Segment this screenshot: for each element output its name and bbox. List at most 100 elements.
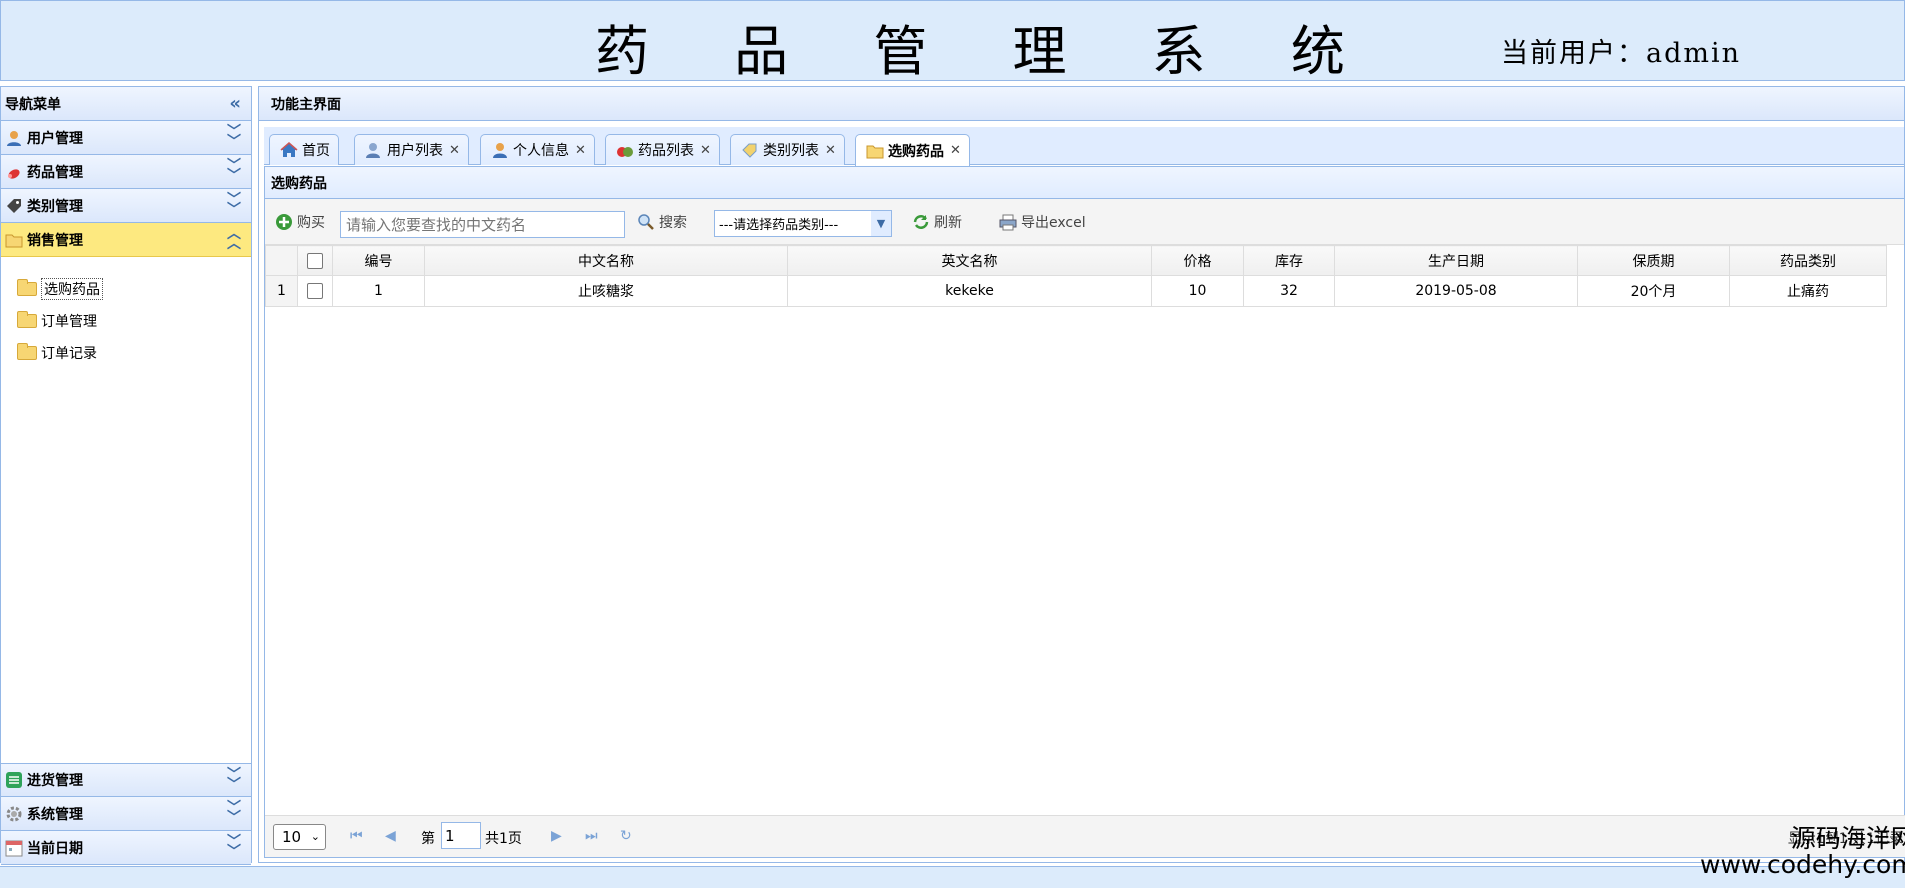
tab-select-drugs[interactable]: 选购药品 ✕ — [855, 134, 970, 166]
nav-sidebar: 导航菜单 « 用户管理 ﹀ ﹀ 药品管理 ﹀ ﹀ 类别管理 ﹀ ﹀ 销售管理 ︿ ︿ 选… — [0, 86, 252, 865]
user-list-icon — [365, 142, 383, 158]
refresh-label: 刷新 — [934, 215, 962, 231]
sales-submenu: 选购药品 订单管理 订单记录 — [1, 257, 251, 763]
cell-production-date: 2019-05-08 — [1334, 275, 1578, 307]
close-icon[interactable]: ✕ — [449, 143, 460, 158]
tab-content: 选购药品 购买 搜索 ---请选择药品类别--- ▼ — [264, 166, 1905, 858]
tag-icon — [741, 142, 759, 158]
refresh-button[interactable]: 刷新 — [912, 209, 962, 235]
current-user-label: 当前用户：admin — [1501, 38, 1742, 69]
home-icon — [280, 142, 298, 158]
accordion-label: 类别管理 — [27, 198, 83, 215]
close-icon[interactable]: ✕ — [825, 143, 836, 158]
close-icon[interactable]: ✕ — [950, 143, 961, 158]
search-label: 搜索 — [659, 215, 687, 231]
chevron-down-icon: ⌄ — [310, 830, 320, 843]
submenu-item-order-records[interactable]: 订单记录 — [1, 337, 251, 369]
column-header[interactable]: 药品类别 — [1729, 245, 1887, 276]
submenu-label: 选购药品 — [41, 278, 103, 300]
page-number-value: 1 — [445, 826, 455, 845]
table-row[interactable]: 1 1 止咳糖浆 kekeke 10 32 2019-05-08 20个月 止痛… — [265, 275, 1887, 307]
page-size-select[interactable]: 10 ⌄ — [273, 824, 326, 850]
accordion-user-management[interactable]: 用户管理 ﹀ ﹀ — [1, 121, 251, 155]
column-header[interactable]: 价格 — [1151, 245, 1244, 276]
chevron-down-icon: ﹀ ﹀ — [227, 800, 241, 826]
submenu-label: 订单记录 — [41, 346, 97, 362]
buy-label: 购买 — [297, 215, 325, 231]
column-header[interactable]: 库存 — [1243, 245, 1335, 276]
accordion-drug-management[interactable]: 药品管理 ﹀ ﹀ — [1, 155, 251, 189]
tab-user-list[interactable]: 用户列表 ✕ — [354, 134, 469, 165]
cell-price: 10 — [1151, 275, 1244, 307]
accordion-purchase-management[interactable]: 进货管理 ﹀ ﹀ — [1, 763, 251, 797]
pagination-bar: 10 ⌄ ⏮ ◀ 第 1 共1页 ▶ ⏭ ↻ 显示1到1,共1记录 — [265, 815, 1905, 857]
accordion-category-management[interactable]: 类别管理 ﹀ ﹀ — [1, 189, 251, 223]
chevron-down-icon: ﹀ ﹀ — [227, 192, 241, 218]
column-header[interactable]: 中文名称 — [424, 245, 788, 276]
first-page-icon[interactable]: ⏮ — [350, 828, 363, 844]
cell-english-name: kekeke — [787, 275, 1152, 307]
export-excel-button[interactable]: 导出excel — [999, 209, 1086, 235]
row-checkbox[interactable] — [307, 283, 323, 299]
accordion-system-management[interactable]: 系统管理 ﹀ ﹀ — [1, 797, 251, 831]
accordion-sales-management[interactable]: 销售管理 ︿ ︿ — [1, 223, 251, 257]
chevron-down-icon: ﹀ ﹀ — [227, 124, 241, 150]
reload-icon[interactable]: ↻ — [620, 828, 632, 844]
gear-icon — [5, 805, 23, 823]
row-number: 1 — [265, 275, 298, 307]
tab-label: 用户列表 — [387, 143, 443, 159]
close-icon[interactable]: ✕ — [575, 143, 586, 158]
folder-icon — [17, 311, 37, 328]
chevron-down-icon: ﹀ ﹀ — [227, 834, 241, 860]
column-header[interactable]: 英文名称 — [787, 245, 1152, 276]
last-page-icon[interactable]: ⏭ — [585, 828, 598, 844]
submenu-item-select-drugs[interactable]: 选购药品 — [1, 273, 251, 305]
buy-button[interactable]: 购买 — [275, 209, 325, 235]
list-icon — [5, 771, 23, 789]
prev-page-icon[interactable]: ◀ — [385, 828, 396, 844]
page-number-input[interactable]: 1 — [441, 822, 481, 849]
app-header: 药 品 管 理 系 统 当前用户：admin — [0, 0, 1905, 83]
category-select[interactable]: ---请选择药品类别--- ▼ — [714, 210, 892, 237]
tab-drug-list[interactable]: 药品列表 ✕ — [605, 134, 720, 165]
column-header[interactable]: 保质期 — [1577, 245, 1730, 276]
app-title: 药 品 管 理 系 统 — [595, 20, 1379, 83]
search-input[interactable] — [340, 211, 625, 238]
submenu-item-order-management[interactable]: 订单管理 — [1, 305, 251, 337]
next-page-icon[interactable]: ▶ — [551, 828, 562, 844]
content-title: 选购药品 — [265, 167, 1904, 199]
page-prefix: 第 — [421, 831, 435, 847]
main-panel-header: 功能主界面 — [259, 87, 1904, 121]
drug-table: 编号 中文名称 英文名称 价格 库存 生产日期 保质期 药品类别 1 1 止咳糖… — [265, 245, 1887, 307]
chevron-down-icon: ▼ — [871, 211, 891, 236]
pill-icon — [616, 142, 634, 158]
calendar-icon — [5, 839, 23, 857]
tab-personal-info[interactable]: 个人信息 ✕ — [480, 134, 595, 165]
tab-category-list[interactable]: 类别列表 ✕ — [730, 134, 845, 165]
row-select-cell — [297, 275, 333, 307]
watermark: 源码海洋网 www.codehy.com — [1700, 826, 1905, 878]
tab-home[interactable]: 首页 — [269, 134, 339, 165]
submenu-label: 订单管理 — [41, 314, 97, 330]
page-total: 共1页 — [485, 831, 522, 847]
add-icon — [275, 213, 293, 231]
select-all-checkbox[interactable] — [307, 252, 323, 269]
search-icon — [637, 213, 655, 231]
column-header[interactable]: 生产日期 — [1334, 245, 1578, 276]
close-icon[interactable]: ✕ — [700, 143, 711, 158]
search-button[interactable]: 搜索 — [637, 209, 687, 235]
table-header-row: 编号 中文名称 英文名称 价格 库存 生产日期 保质期 药品类别 — [265, 245, 1887, 276]
accordion-current-date[interactable]: 当前日期 ﹀ ﹀ — [1, 831, 251, 865]
column-header[interactable]: 编号 — [332, 245, 425, 276]
bottom-bar — [0, 866, 1905, 888]
cell-stock: 32 — [1243, 275, 1335, 307]
nav-menu-header: 导航菜单 « — [1, 87, 251, 121]
folder-icon — [866, 143, 884, 159]
cell-id: 1 — [332, 275, 425, 307]
tab-label: 药品列表 — [638, 143, 694, 159]
tab-label: 类别列表 — [763, 143, 819, 159]
watermark-line2: www.codehy.com — [1700, 850, 1905, 879]
chevron-up-icon: ︿ ︿ — [227, 226, 241, 252]
collapse-sidebar-icon[interactable]: « — [229, 93, 241, 114]
accordion-label: 销售管理 — [27, 232, 83, 249]
